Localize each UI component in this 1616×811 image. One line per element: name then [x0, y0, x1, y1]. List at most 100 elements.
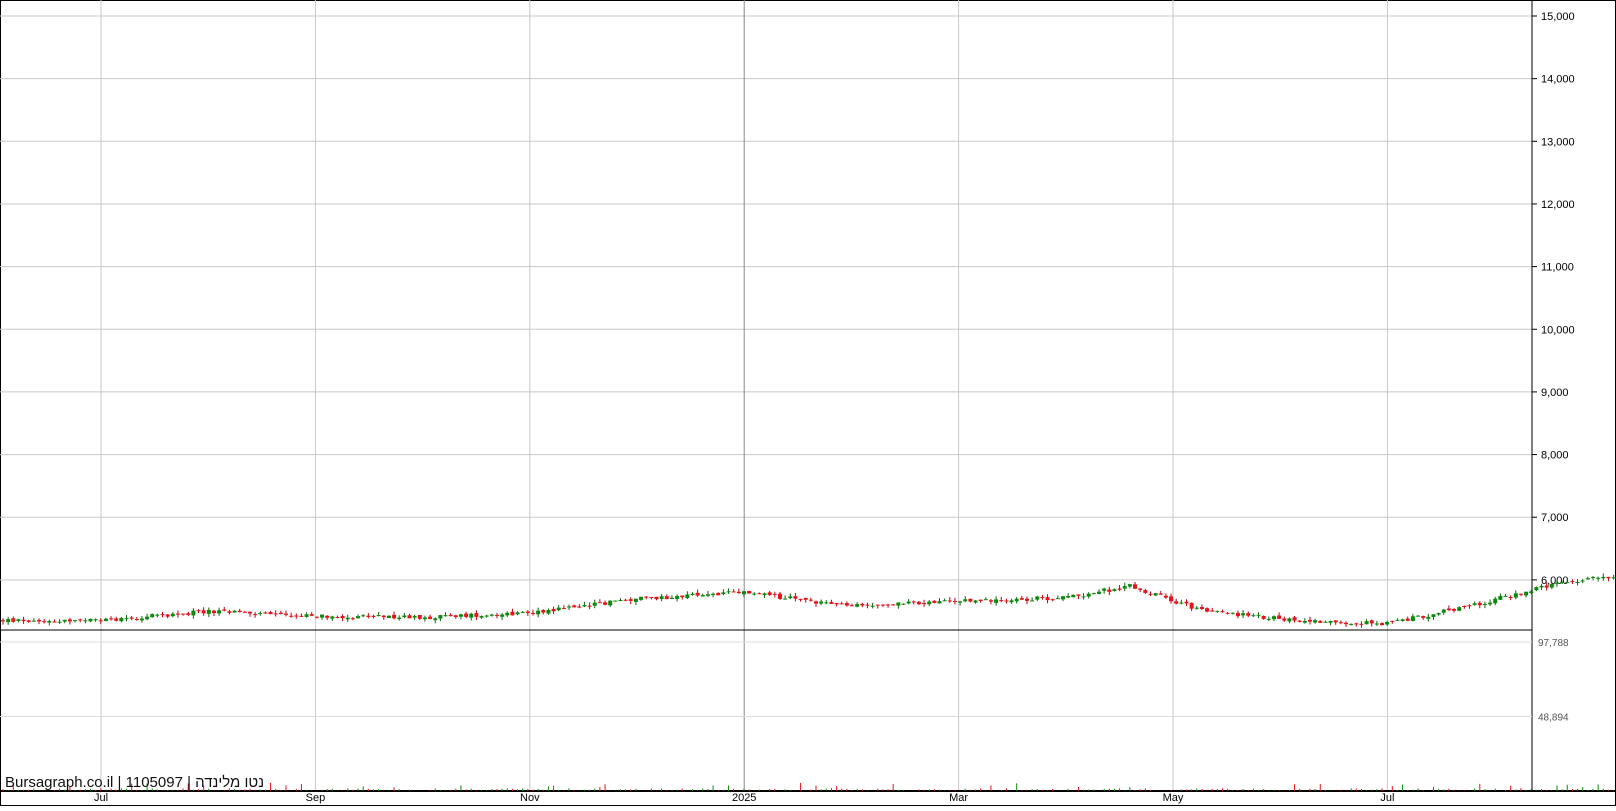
candle-body — [448, 614, 453, 617]
candle-body — [47, 621, 52, 623]
candle-body — [160, 614, 165, 616]
candle-body — [1446, 608, 1451, 611]
candle-body — [1518, 593, 1523, 595]
candle-body — [757, 593, 762, 595]
candle-body — [762, 593, 767, 596]
candle-body — [109, 618, 114, 620]
candle-body — [875, 604, 880, 606]
candle-body — [747, 590, 752, 594]
candle-body — [597, 602, 602, 604]
candle-body — [1097, 591, 1102, 594]
candle-body — [1498, 596, 1503, 600]
candle-body — [798, 598, 803, 600]
x-tick-label: May — [1163, 792, 1184, 804]
x-tick-label: Mar — [949, 792, 968, 804]
candle-body — [1271, 616, 1276, 620]
candle-body — [536, 610, 541, 615]
y-tick-label: 8,000 — [1541, 450, 1569, 462]
candle-body — [1539, 585, 1544, 588]
candle-body — [618, 600, 623, 602]
candle-body — [505, 612, 510, 616]
candle-body — [1611, 577, 1616, 579]
candle-body — [1107, 589, 1112, 592]
candle-body — [1529, 591, 1534, 593]
candle-body — [1400, 619, 1405, 621]
candle-body — [78, 619, 83, 621]
y-tick-label: 7,000 — [1541, 512, 1569, 524]
candle-body — [1225, 612, 1230, 614]
candle-body — [366, 615, 371, 617]
candle-body — [284, 613, 289, 615]
candle-body — [834, 603, 839, 605]
candle-body — [1457, 607, 1462, 611]
candle-body — [268, 612, 273, 615]
candle-body — [21, 619, 26, 622]
candle-body — [1349, 623, 1354, 625]
candle-body — [700, 595, 705, 597]
candle-body — [458, 614, 463, 617]
candle-body — [1364, 621, 1369, 625]
candle-body — [973, 600, 978, 603]
candle-body — [1302, 620, 1307, 623]
candle-body — [741, 591, 746, 595]
candle-body — [654, 596, 659, 600]
candle-body — [520, 611, 525, 613]
candle-body — [433, 618, 438, 621]
candle-body — [170, 613, 175, 617]
candle-body — [803, 597, 808, 600]
candle-body — [556, 607, 561, 611]
candle-body — [942, 600, 947, 602]
candle-body — [999, 600, 1004, 602]
candle-body — [1359, 623, 1364, 625]
candle-body — [1575, 582, 1580, 584]
candle-body — [572, 605, 577, 608]
candle-body — [983, 599, 988, 601]
watermark-label: Bursagraph.co.il | 1105097 | נטו מלינדה — [5, 774, 265, 791]
candle-body — [788, 596, 793, 599]
candle-body — [1313, 620, 1318, 623]
y-tick-label: 9,000 — [1541, 387, 1569, 399]
candle-body — [1066, 596, 1071, 598]
candle-body — [1338, 622, 1343, 624]
candle-body — [181, 613, 186, 615]
candle-body — [37, 619, 42, 622]
candle-body — [1235, 612, 1240, 617]
candle-body — [309, 614, 314, 616]
candle-body — [1148, 593, 1153, 595]
chart-frame — [0, 0, 1616, 806]
candle-body — [484, 615, 489, 617]
candle-body — [150, 614, 155, 618]
candle-body — [335, 616, 340, 618]
candle-body — [659, 596, 664, 599]
candle-body — [814, 601, 819, 604]
candle-body — [443, 615, 448, 617]
candle-body — [777, 593, 782, 599]
x-tick-label: Nov — [520, 792, 540, 804]
candle-body — [422, 617, 427, 620]
candle-body — [731, 591, 736, 593]
candle-body — [829, 602, 834, 604]
candle-body — [865, 604, 870, 606]
candle-body — [1369, 620, 1374, 624]
candle-body — [325, 615, 330, 618]
candle-body — [994, 599, 999, 603]
candle-body — [1333, 620, 1338, 623]
candle-body — [1086, 593, 1091, 597]
candle-body — [1055, 598, 1060, 600]
candle-body — [139, 618, 144, 621]
candle-body — [1138, 588, 1143, 590]
candle-body — [860, 603, 865, 606]
chart-canvas: 15,000 14,000 13,000 12,000 11,000 10,000 9,00… — [0, 0, 1616, 806]
candle-body — [211, 610, 216, 614]
candle-body — [952, 601, 957, 603]
candle-body — [263, 612, 268, 614]
candle-body — [896, 602, 901, 606]
candle-body — [145, 616, 150, 620]
candle-body — [1560, 582, 1565, 584]
candle-body — [1112, 589, 1117, 591]
candle-body — [1179, 602, 1184, 604]
candle-body — [824, 602, 829, 604]
candle-body — [922, 603, 927, 605]
candle-body — [304, 614, 309, 617]
candle-body — [541, 610, 546, 613]
